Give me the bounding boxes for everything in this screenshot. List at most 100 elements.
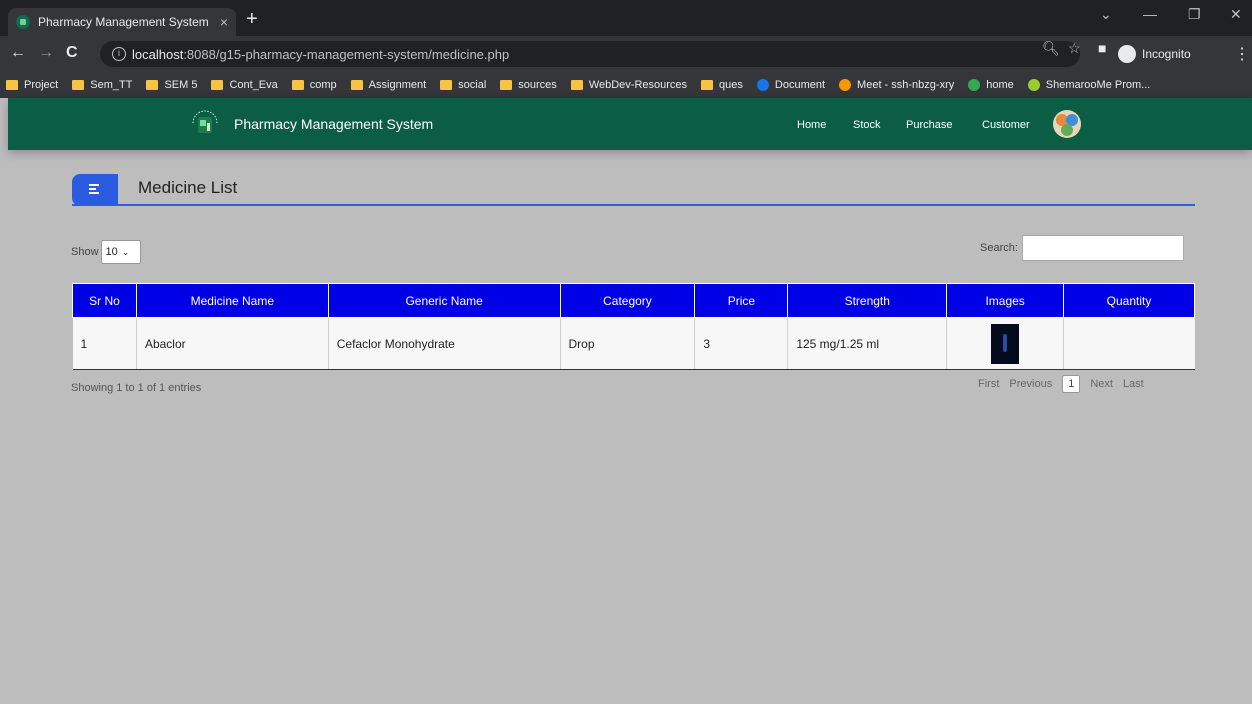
tab-search-icon[interactable]: ⌄ [1100,6,1112,23]
folder-icon [146,80,159,90]
bookmark-label: ShemarooMe Prom... [1045,79,1151,91]
bookmark-item[interactable]: comp [291,79,337,91]
pharmacy-logo-icon [192,110,218,133]
col-price[interactable]: Price [694,283,789,318]
page-first[interactable]: First [978,378,999,390]
bookmark-label: WebDev-Resources [588,79,688,91]
bookmark-label: ques [719,79,743,91]
forward-icon[interactable]: → [38,44,54,62]
chevron-down-icon: ⌄ [121,246,130,257]
hamburger-icon [89,184,99,196]
bookmark-item[interactable]: home [968,79,1014,91]
nav-customer[interactable]: Customer [982,119,1030,131]
bookmark-label: comp [309,79,337,91]
cell-price: 3 [694,317,789,370]
window-close-icon[interactable]: ✕ [1230,6,1242,23]
folder-icon [6,80,18,90]
medicine-table: Sr No Medicine Name Generic Name Categor… [72,283,1195,370]
menu-toggle-button[interactable] [72,174,118,206]
nav-purchase[interactable]: Purchase [906,119,952,131]
show-label: Show [71,246,99,258]
cell-images [946,317,1065,370]
bookmark-label: Project [24,79,59,91]
browser-menu-icon[interactable]: ⋮ [1234,44,1250,64]
bookmark-item[interactable]: Document [756,79,826,91]
page-header: Medicine List [72,174,1195,206]
nav-home[interactable]: Home [797,119,826,131]
table-header-row: Sr No Medicine Name Generic Name Categor… [72,283,1195,318]
cell-quantity [1063,317,1195,370]
medicine-image[interactable] [991,323,1020,364]
reload-icon[interactable]: C [66,44,78,62]
page-current[interactable]: 1 [1062,375,1081,393]
bookmark-favicon-icon [1027,79,1040,91]
page-previous[interactable]: Previous [1009,378,1052,390]
browser-tab[interactable]: Pharmacy Management System × [8,8,236,36]
incognito-label: Incognito [1142,47,1191,61]
bookmark-item[interactable]: Sem_TT [72,79,132,91]
tab-close-icon[interactable]: × [220,14,228,30]
bookmark-item[interactable]: Assignment [350,79,426,91]
zoom-icon[interactable]: 🔍︎ [1042,40,1060,57]
search-input[interactable] [1021,235,1184,261]
app-navbar: Pharmacy Management System Home Stock Pu… [8,98,1252,150]
browser-toolbar: ← → C i localhost :8088/g15-pharmacy-man… [0,36,1252,72]
table-info: Showing 1 to 1 of 1 entries [71,382,202,394]
bookmark-item[interactable]: Project [6,79,58,91]
user-avatar[interactable] [1053,110,1081,138]
tab-strip: Pharmacy Management System × + ⌄ — ❐ ✕ [0,0,1252,36]
folder-icon [211,80,224,90]
bookmark-label: SEM 5 [164,79,198,91]
incognito-indicator[interactable]: Incognito [1118,42,1191,66]
cell-medicine-name: Abaclor [136,317,329,370]
col-medicine-name[interactable]: Medicine Name [135,283,329,318]
page-title: Medicine List [138,178,238,197]
nav-stock[interactable]: Stock [853,119,881,131]
browser-chrome: Pharmacy Management System × + ⌄ — ❐ ✕ ←… [0,0,1252,98]
bookmark-favicon-icon [839,79,852,91]
new-tab-button[interactable]: + [246,9,258,29]
folder-icon [72,80,85,90]
folder-icon [500,80,513,90]
bookmark-label: Document [774,79,826,91]
back-icon[interactable]: ← [10,44,26,62]
entries-select[interactable]: 10 ⌄ [100,240,141,264]
col-sr-no[interactable]: Sr No [72,283,137,318]
brand-title[interactable]: Pharmacy Management System [234,116,433,132]
bookmark-item[interactable]: ShemarooMe Prom... [1027,79,1151,91]
tab-title: Pharmacy Management System [38,15,209,29]
minimize-icon[interactable]: — [1143,6,1157,22]
col-images[interactable]: Images [946,283,1065,318]
page-last[interactable]: Last [1123,378,1144,390]
pagination: First Previous 1 Next Last [978,375,1144,393]
col-quantity[interactable]: Quantity [1063,283,1195,318]
bookmark-label: sources [518,79,557,91]
col-category[interactable]: Category [559,283,696,318]
bookmark-favicon-icon [968,79,981,91]
bookmark-star-icon[interactable]: ☆ [1068,40,1081,57]
bookmark-item[interactable]: sources [500,79,557,91]
folder-icon [701,80,714,90]
col-generic-name[interactable]: Generic Name [327,283,561,318]
main-content: Medicine List Show 10 ⌄ Search: Sr No Me… [8,150,1252,704]
bookmarks-bar: Project Sem_TT SEM 5 Cont_Eva comp Assignment… [0,72,1252,98]
site-info-icon[interactable]: i [112,47,126,61]
bookmark-label: social [458,79,487,91]
url-host: localhost [132,46,184,62]
folder-icon [350,80,363,90]
address-bar[interactable]: i localhost :8088/g15-pharmacy-managemen… [100,41,1080,67]
bookmark-item[interactable]: social [440,79,486,91]
col-strength[interactable]: Strength [787,283,948,318]
bookmark-item[interactable]: Meet - ssh-nbzg-xry [839,79,954,91]
incognito-icon [1118,45,1136,63]
table-row: 1 Abaclor Cefaclor Monohydrate Drop 3 12… [72,317,1195,370]
bookmark-item[interactable]: Cont_Eva [211,79,278,91]
side-panel-icon[interactable]: ■ [1098,40,1106,56]
show-entries: Show 10 ⌄ [71,240,141,264]
bookmark-item[interactable]: ques [701,79,743,91]
cell-generic-name: Cefaclor Monohydrate [328,317,561,370]
bookmark-item[interactable]: SEM 5 [146,79,197,91]
page-next[interactable]: Next [1090,378,1113,390]
bookmark-item[interactable]: WebDev-Resources [570,79,688,91]
restore-icon[interactable]: ❐ [1188,6,1201,23]
